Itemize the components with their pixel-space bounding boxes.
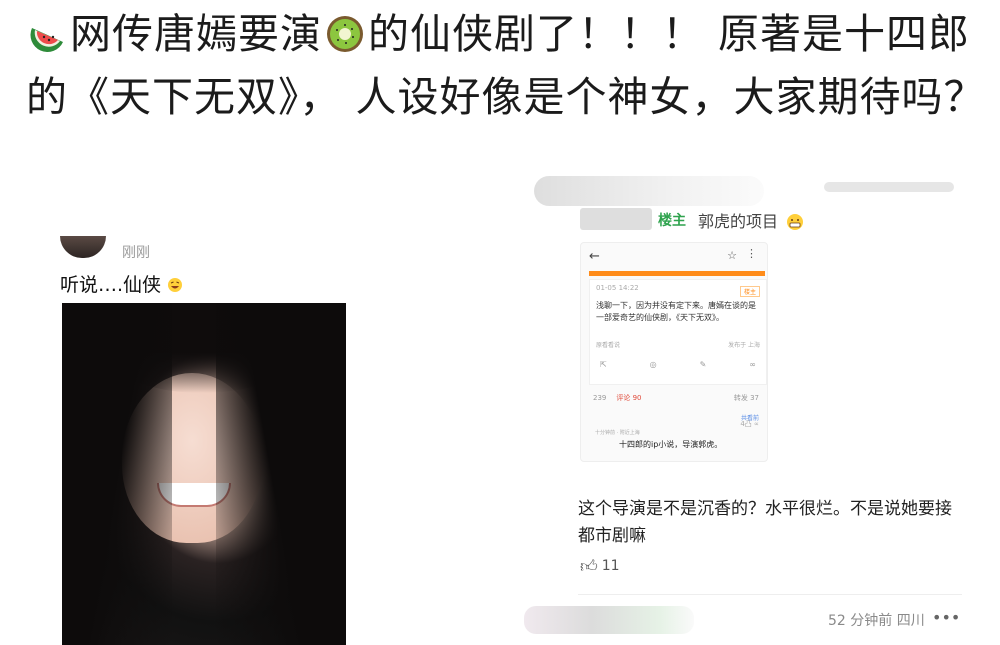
share-icon[interactable]: ⇱ (600, 360, 607, 369)
inner-location: 发布于 上海 (728, 342, 760, 349)
inner-date: 01-05 14:22 (596, 284, 639, 292)
divider (578, 594, 962, 595)
snippet-text: 听说….仙侠 (60, 274, 162, 296)
post-text-part-1: 网传唐嫣要演 (70, 10, 322, 58)
comment-time: 52 分钟前 四川 (828, 613, 925, 629)
kiwi-icon (325, 12, 365, 69)
edit-icon[interactable]: ✎ (700, 360, 707, 369)
inner-actions: ⇱ ◎ ✎ ∞ (600, 360, 756, 369)
laughing-emoji-icon (167, 274, 183, 296)
post-snippet: 听说….仙侠 (60, 270, 183, 297)
post-text: 网传唐嫣要演 的仙侠剧了！！！ 原著是十四郎的《天下无双》， 人设好像是个神女，… (26, 6, 986, 126)
owner-badge: 楼主 (658, 213, 686, 229)
inner-post: 01-05 14:22 楼主 浅聊一下，因为并没有定下来。唐嫣在谈的是一部爱奇艺… (589, 279, 767, 385)
blurred-next-user (524, 606, 694, 634)
thumbs-up-icon[interactable]: 👍︎ (580, 557, 598, 577)
inner-tag: 楼主 (739, 286, 760, 297)
inner-source: 原看看说 (596, 342, 621, 349)
avatar (60, 236, 106, 258)
inner-reply-meta: 十分钟前 · 附近上海 (595, 430, 640, 436)
hair-right (216, 303, 346, 645)
inner-stats: 239 评论 90 (593, 393, 642, 403)
inner-reply-actions[interactable]: 4凸 ∝ (740, 419, 759, 429)
grimace-emoji-icon (786, 213, 804, 235)
orange-banner (589, 271, 765, 276)
owner-name: 郭虎的项目 (698, 208, 807, 235)
post-time: 刚刚 (122, 245, 150, 261)
inner-comments-label: 评论 90 (616, 394, 642, 402)
like-button[interactable]: 👍︎ 11 (580, 556, 620, 577)
inner-body: 浅聊一下，因为并没有定下来。唐嫣在谈的是一部爱奇艺的仙侠剧，《天下无双》。 (596, 301, 756, 322)
back-arrow-icon[interactable]: ← (589, 249, 600, 264)
right-screenshot: 楼主 郭虎的项目 ← ☆ ⋮ 01-05 14:22 楼主 浅聊一下，因为并没有… (524, 176, 964, 645)
blurred-username (534, 176, 764, 206)
more-icon[interactable]: ⋮ (746, 247, 757, 260)
blurred-avatar (580, 208, 652, 230)
inner-reply: 十四郎的ip小说，导演郭虎。 (619, 440, 723, 449)
inner-count: 239 (593, 394, 607, 402)
blurred-meta (824, 182, 954, 192)
star-icon[interactable]: ☆ (727, 249, 737, 262)
watermelon-icon (29, 12, 67, 69)
more-options-button[interactable]: ••• (932, 608, 960, 627)
owner-name-text: 郭虎的项目 (698, 212, 779, 231)
comment-icon[interactable]: ◎ (650, 360, 657, 369)
inner-likes: 转发 37 (733, 394, 759, 402)
hair-left (62, 303, 172, 645)
like-count: 11 (601, 558, 620, 574)
comment-text: 这个导演是不是沉香的？水平很烂。不是说她要接都市剧嘛 (578, 499, 952, 546)
embedded-phone-screenshot[interactable]: ← ☆ ⋮ 01-05 14:22 楼主 浅聊一下，因为并没有定下来。唐嫣在谈的… (580, 242, 768, 462)
left-screenshot: 刚刚 听说….仙侠 (48, 228, 348, 645)
link-icon[interactable]: ∞ (749, 360, 756, 369)
actress-photo[interactable] (62, 303, 346, 645)
